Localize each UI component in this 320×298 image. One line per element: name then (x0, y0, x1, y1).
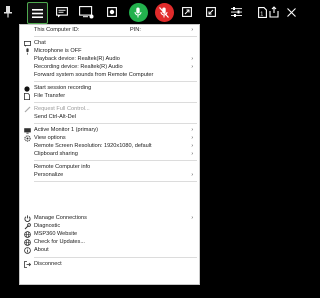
divider (34, 123, 197, 124)
menu-item-disconnect[interactable]: Disconnect (20, 260, 199, 269)
menu-item-forward-sounds[interactable]: Forward system sounds from Remote Comput… (20, 71, 199, 80)
menu-item-label: About (34, 247, 49, 253)
menu-item-file-transfer[interactable]: File Transfer (20, 92, 199, 101)
menu-item-personalize[interactable]: Personalize › (20, 171, 199, 180)
power-icon (23, 215, 31, 222)
globe-icon (23, 239, 31, 246)
close-icon[interactable] (286, 2, 296, 22)
stop-icon[interactable] (106, 2, 118, 22)
chevron-right-icon: › (191, 172, 193, 178)
monitor-icon[interactable] (78, 2, 94, 22)
computer-id-header: This Computer ID: PIN: › (20, 26, 199, 35)
scale-icon[interactable] (205, 2, 217, 22)
menu-item-label: Personalize (34, 172, 64, 178)
fullscreen-icon[interactable] (181, 2, 193, 22)
menu-item-label: Disconnect (34, 261, 62, 267)
chat-icon (23, 40, 31, 47)
microphone-icon (23, 48, 31, 55)
page-icon[interactable]: 1 (256, 2, 268, 22)
divider (34, 181, 197, 182)
menu-item-about[interactable]: About (20, 246, 199, 255)
chat-icon[interactable] (55, 2, 69, 22)
computer-id-label: This Computer ID: (34, 27, 80, 33)
settings-icon[interactable] (230, 2, 242, 22)
menu-item-send-ctrl-alt-del[interactable]: Send Ctrl-Alt-Del (20, 113, 199, 122)
divider (34, 36, 197, 37)
divider (34, 102, 197, 103)
exit-icon (23, 261, 31, 268)
svg-text:1: 1 (260, 11, 263, 17)
menu-item-label: File Transfer (34, 93, 66, 99)
pin-icon[interactable] (3, 2, 13, 22)
remote-toolbar: 1 (0, 0, 300, 24)
gear-icon (23, 135, 31, 142)
menu-item-clipboard-sharing[interactable]: Clipboard sharing › (20, 150, 199, 159)
menu-item-label: Clipboard sharing (34, 151, 78, 157)
record-icon (23, 85, 31, 92)
menu-item-label: Send Ctrl-Alt-Del (34, 114, 76, 120)
info-icon (23, 247, 31, 254)
wrench-icon (23, 223, 31, 230)
pin-label: PIN: (130, 27, 141, 33)
microphone-icon[interactable] (127, 2, 149, 22)
divider (34, 160, 197, 161)
pencil-icon (23, 106, 31, 113)
menu-icon[interactable] (27, 2, 48, 24)
globe-icon (23, 231, 31, 238)
camera-off-icon[interactable] (153, 2, 175, 22)
monitor-icon (23, 127, 31, 134)
info-icon[interactable] (269, 2, 279, 22)
chevron-right-icon: › (191, 151, 193, 157)
file-icon (23, 93, 31, 100)
menu-item-label: Forward system sounds from Remote Comput… (34, 72, 154, 78)
main-dropdown-menu: This Computer ID: PIN: › Chat Microphone… (19, 24, 200, 285)
divider (34, 81, 197, 82)
divider (34, 257, 197, 258)
chevron-right-icon: › (191, 27, 193, 33)
